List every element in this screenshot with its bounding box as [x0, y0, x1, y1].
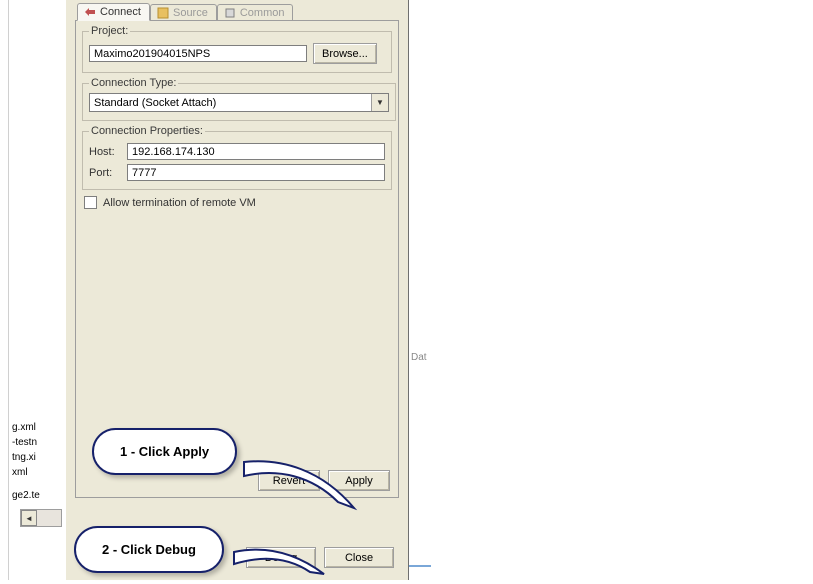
connection-props-legend: Connection Properties: — [89, 125, 205, 137]
project-group: Project: Browse... — [82, 25, 392, 73]
callout-debug-text: 2 - Click Debug — [74, 526, 224, 573]
callout-apply-text: 1 - Click Apply — [92, 428, 237, 475]
chevron-down-icon[interactable]: ▼ — [371, 94, 388, 111]
callout-apply: 1 - Click Apply — [92, 428, 237, 475]
callout-tail-icon — [232, 540, 332, 584]
close-button[interactable]: Close — [324, 547, 394, 568]
tab-common[interactable]: Common — [217, 4, 294, 21]
tab-bar: Connect Source Common — [75, 0, 399, 20]
source-icon — [157, 7, 169, 19]
allow-termination-checkbox[interactable] — [84, 196, 97, 209]
file-item: xml — [12, 465, 64, 480]
port-label: Port: — [89, 167, 121, 179]
port-input[interactable] — [127, 164, 385, 181]
common-icon — [224, 7, 236, 19]
browse-button[interactable]: Browse... — [313, 43, 377, 64]
allow-termination-label: Allow termination of remote VM — [103, 197, 256, 209]
allow-termination-row[interactable]: Allow termination of remote VM — [84, 196, 398, 209]
callout-tail-icon — [242, 450, 362, 520]
connection-type-value: Standard (Socket Attach) — [90, 97, 216, 109]
right-sliver: Dat — [407, 40, 437, 560]
file-list-fragment: g.xml -testn tng.xi xml ge2.te — [12, 420, 64, 503]
tab-label: Connect — [100, 6, 141, 18]
scroll-left-icon[interactable]: ◄ — [21, 510, 37, 526]
file-item: -testn — [12, 435, 64, 450]
project-input[interactable] — [89, 45, 307, 62]
tab-panel-connect: Project: Browse... Connection Type: Stan… — [75, 20, 399, 498]
project-legend: Project: — [89, 25, 130, 37]
host-input[interactable] — [127, 143, 385, 160]
connection-props-group: Connection Properties: Host: Port: — [82, 125, 392, 190]
file-item: tng.xi — [12, 450, 64, 465]
tab-connect[interactable]: Connect — [77, 3, 150, 21]
scrollbar-stub[interactable]: ◄ — [20, 509, 62, 527]
connection-type-select[interactable]: Standard (Socket Attach) ▼ — [89, 93, 389, 112]
right-label: Dat — [411, 352, 427, 363]
host-label: Host: — [89, 146, 121, 158]
connection-type-group: Connection Type: Standard (Socket Attach… — [82, 77, 396, 121]
tab-label: Common — [240, 7, 285, 19]
connection-type-legend: Connection Type: — [89, 77, 178, 89]
tab-source[interactable]: Source — [150, 4, 217, 21]
file-item: ge2.te — [12, 488, 64, 503]
callout-debug: 2 - Click Debug — [74, 526, 224, 573]
connect-icon — [84, 6, 96, 18]
tab-label: Source — [173, 7, 208, 19]
dialog-inner: Connect Source Common Project: Browse...… — [75, 0, 399, 498]
file-item: g.xml — [12, 420, 64, 435]
